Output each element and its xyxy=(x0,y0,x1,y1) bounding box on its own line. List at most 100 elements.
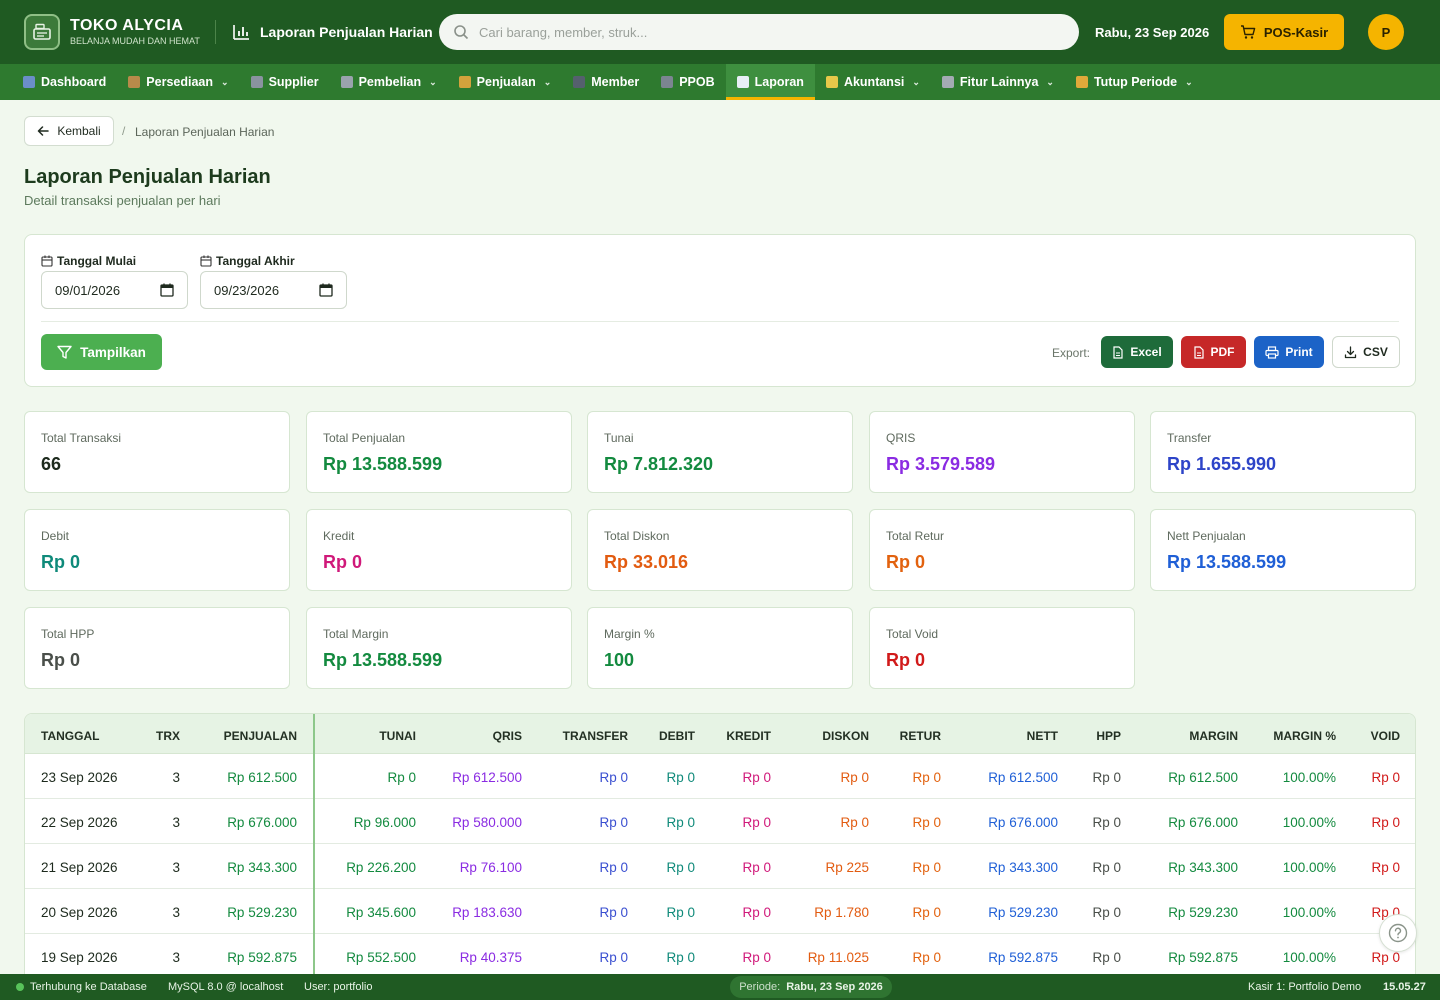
table-cell: Rp 580.000 xyxy=(452,815,522,830)
stat-value: Rp 0 xyxy=(41,650,81,670)
search-input[interactable] xyxy=(479,24,1059,40)
stat-value: Rp 3.579.589 xyxy=(886,454,996,474)
nav-item-persediaan[interactable]: Persediaan ⌄ xyxy=(117,64,239,100)
column-header[interactable]: HPP xyxy=(1096,729,1121,743)
chart-icon xyxy=(736,76,749,88)
nav-item-label: Akuntansi xyxy=(843,75,905,89)
table-cell: Rp 40.375 xyxy=(459,950,522,965)
search-icon xyxy=(454,25,469,40)
nav-item-label: Supplier xyxy=(268,75,319,89)
table-cell: Rp 676.000 xyxy=(1168,815,1238,830)
start-date-label: Tanggal Mulai xyxy=(41,254,136,268)
tampilkan-label: Tampilkan xyxy=(80,344,146,360)
table-cell: Rp 0 xyxy=(742,860,771,875)
help-button[interactable] xyxy=(1379,914,1417,952)
arrow-left-icon xyxy=(38,126,50,136)
table-cell: Rp 0 xyxy=(387,770,416,785)
column-header[interactable]: DISKON xyxy=(822,729,869,743)
nav-item-ppob[interactable]: PPOB xyxy=(650,64,725,100)
user-avatar[interactable]: P xyxy=(1368,14,1404,50)
table-cell: 3 xyxy=(172,950,180,965)
box-icon xyxy=(128,76,141,88)
gear-icon xyxy=(941,76,954,88)
nav-item-akuntansi[interactable]: Akuntansi ⌄ xyxy=(815,64,931,100)
calendar-picker-icon[interactable] xyxy=(160,283,174,297)
end-date-input[interactable]: 09/23/2026 xyxy=(200,271,347,309)
table-header: TANGGAL TRX PENJUALAN TUNAI QRIS TRANSFER DEBI… xyxy=(25,714,1415,754)
store-logo[interactable] xyxy=(24,14,60,50)
table-cell: 21 Sep 2026 xyxy=(41,860,118,875)
table-cell: Rp 592.875 xyxy=(988,950,1058,965)
kasir-info: Kasir 1: Portfolio Demo xyxy=(1248,981,1362,993)
nav-item-dashboard[interactable]: Dashboard xyxy=(12,64,117,100)
table-row[interactable]: 22 Sep 2026 3 Rp 676.000 Rp 96.000 Rp 580.00… xyxy=(25,799,1415,844)
periode-label: Periode: xyxy=(739,981,781,993)
printer-icon xyxy=(1265,345,1279,359)
table-cell: Rp 0 xyxy=(1092,770,1121,785)
table-row[interactable]: 20 Sep 2026 3 Rp 529.230 Rp 345.600 Rp 183.6… xyxy=(25,889,1415,934)
nav-item-tutup-periode[interactable]: Tutup Periode ⌄ xyxy=(1065,64,1204,100)
table-cell: Rp 676.000 xyxy=(988,815,1058,830)
table-row[interactable]: 21 Sep 2026 3 Rp 343.300 Rp 226.200 Rp 76.10… xyxy=(25,844,1415,889)
nav-item-fitur-lainnya[interactable]: Fitur Lainnya ⌄ xyxy=(931,64,1065,100)
stat-value: Rp 7.812.320 xyxy=(604,454,714,474)
export-pdf-button[interactable]: PDF xyxy=(1181,336,1246,368)
page-title: Laporan Penjualan Harian xyxy=(24,166,271,188)
calendar-picker-icon[interactable] xyxy=(319,283,333,297)
stat-label: QRIS xyxy=(886,431,916,445)
column-header[interactable]: TRX xyxy=(156,729,180,743)
table-cell: Rp 529.230 xyxy=(988,905,1058,920)
table-cell: 100.00% xyxy=(1282,860,1336,875)
stat-label: Total Void xyxy=(886,627,939,641)
column-header[interactable]: RETUR xyxy=(900,729,941,743)
table-cell: 100.00% xyxy=(1282,905,1336,920)
pos-kasir-button[interactable]: POS-Kasir xyxy=(1224,14,1344,50)
nav-item-member[interactable]: Member xyxy=(562,64,650,100)
table-row[interactable]: 19 Sep 2026 3 Rp 592.875 Rp 552.500 Rp 40.37… xyxy=(25,934,1415,974)
column-header[interactable]: VOID xyxy=(1371,729,1400,743)
nav-item-label: Persediaan xyxy=(146,75,214,89)
back-label: Kembali xyxy=(57,124,101,138)
header-date: Rabu, 23 Sep 2026 xyxy=(1095,25,1210,40)
nav-item-label: Tutup Periode xyxy=(1093,75,1178,89)
nav-item-label: Pembelian xyxy=(358,75,422,89)
column-header[interactable]: TANGGAL xyxy=(41,729,99,743)
column-header[interactable]: NETT xyxy=(1027,729,1058,743)
column-header[interactable]: DEBIT xyxy=(659,729,695,743)
column-header[interactable]: TUNAI xyxy=(379,729,416,743)
table-cell: Rp 0 xyxy=(599,950,628,965)
export-excel-button[interactable]: Excel xyxy=(1101,336,1173,368)
stat-label: Margin % xyxy=(604,627,655,641)
nav-item-laporan[interactable]: Laporan xyxy=(725,64,816,100)
start-date-input[interactable]: 09/01/2026 xyxy=(41,271,188,309)
tampilkan-button[interactable]: Tampilkan xyxy=(41,334,162,370)
table-cell: Rp 343.300 xyxy=(988,860,1058,875)
column-header[interactable]: MARGIN xyxy=(1189,729,1238,743)
pdf-label: PDF xyxy=(1210,345,1235,359)
table-cell: Rp 529.230 xyxy=(1168,905,1238,920)
column-header[interactable]: QRIS xyxy=(493,729,522,743)
stat-card-transfer: Transfer Rp 1.655.990 xyxy=(1150,411,1416,493)
stat-card-debit: Debit Rp 0 xyxy=(24,509,290,591)
nav-item-supplier[interactable]: Supplier xyxy=(240,64,330,100)
excel-label: Excel xyxy=(1130,345,1162,359)
export-csv-button[interactable]: CSV xyxy=(1332,336,1400,368)
column-header[interactable]: PENJUALAN xyxy=(224,729,297,743)
back-button[interactable]: Kembali xyxy=(24,116,114,146)
nav-item-penjualan[interactable]: Penjualan ⌄ xyxy=(448,64,563,100)
nav-item-pembelian[interactable]: Pembelian ⌄ xyxy=(330,64,448,100)
table-cell: 100.00% xyxy=(1282,770,1336,785)
column-header[interactable]: MARGIN % xyxy=(1273,729,1336,743)
print-button[interactable]: Print xyxy=(1254,336,1324,368)
column-header[interactable]: TRANSFER xyxy=(563,729,628,743)
table-row[interactable]: 23 Sep 2026 3 Rp 612.500 Rp 0 Rp 612.500 Rp 0… xyxy=(25,754,1415,799)
stat-card-margin: Margin % 100 xyxy=(587,607,853,689)
column-header[interactable]: KREDIT xyxy=(726,729,771,743)
table-cell: Rp 0 xyxy=(742,770,771,785)
global-search[interactable] xyxy=(439,14,1079,50)
table-cell: Rp 592.875 xyxy=(227,950,297,965)
stat-card-total-transaksi: Total Transaksi 66 xyxy=(24,411,290,493)
table-cell: Rp 1.780 xyxy=(814,905,869,920)
start-date-value: 09/01/2026 xyxy=(55,282,121,298)
calendar-icon xyxy=(41,255,53,267)
